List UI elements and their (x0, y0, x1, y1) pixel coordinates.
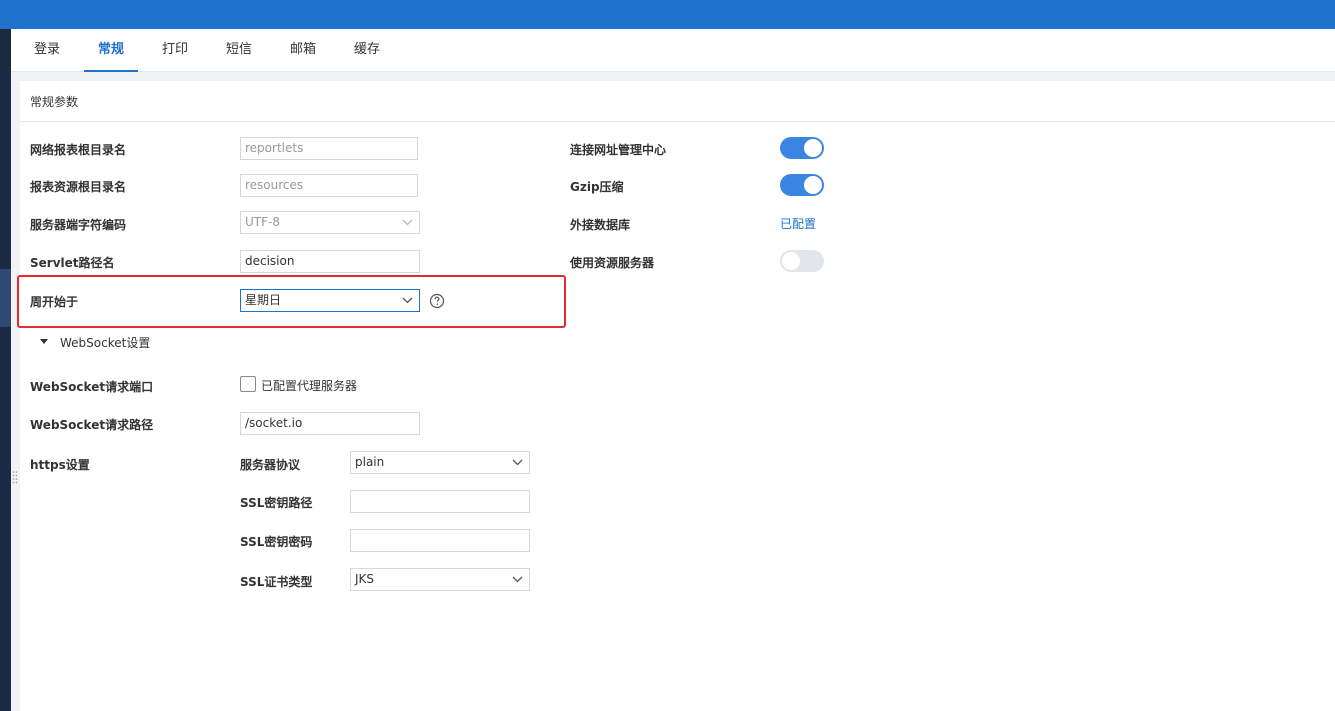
tab-cache[interactable]: 缓存 (349, 29, 385, 72)
week-start-select[interactable]: 星期日 (240, 289, 420, 312)
resource-root-input[interactable]: resources (240, 174, 418, 197)
ssl-cert-type-value: JKS (355, 572, 375, 586)
gzip-label: Gzip压缩 (570, 180, 624, 194)
section-title: 常规参数 (30, 95, 79, 109)
chevron-down-icon (402, 219, 413, 226)
toggle-knob (804, 139, 822, 157)
tab-sms[interactable]: 短信 (221, 29, 257, 72)
encoding-label: 服务器端字符编码 (30, 218, 127, 232)
tab-login[interactable]: 登录 (29, 29, 65, 72)
week-start-label: 周开始于 (30, 295, 79, 309)
url-center-toggle[interactable] (780, 137, 824, 159)
top-header-bar (0, 0, 1335, 29)
ssl-cert-type-label: SSL证书类型 (240, 575, 313, 589)
resource-root-label: 报表资源根目录名 (30, 180, 127, 194)
week-start-value: 星期日 (245, 293, 282, 307)
settings-panel: 常规参数 (20, 81, 1335, 711)
tab-print[interactable]: 打印 (157, 29, 193, 72)
tab-email[interactable]: 邮箱 (285, 29, 321, 72)
report-root-input[interactable]: reportlets (240, 137, 418, 160)
proxy-checkbox[interactable] (240, 376, 256, 392)
caret-down-icon[interactable] (40, 339, 48, 344)
protocol-value: plain (355, 455, 385, 469)
tab-bar: 登录 常规 打印 短信 邮箱 缓存 (11, 29, 1335, 72)
gzip-toggle[interactable] (780, 174, 824, 196)
websocket-path-input[interactable]: /socket.io (240, 412, 420, 435)
section-divider (20, 121, 1335, 122)
ssl-key-pwd-label: SSL密钥密码 (240, 535, 313, 549)
websocket-port-label: WebSocket请求端口 (30, 380, 154, 394)
protocol-select[interactable]: plain (350, 451, 530, 474)
res-server-toggle[interactable] (780, 250, 824, 272)
servlet-input[interactable]: decision (240, 250, 420, 273)
url-center-label: 连接网址管理中心 (570, 143, 667, 157)
ext-db-label: 外接数据库 (570, 218, 631, 232)
tab-general[interactable]: 常规 (84, 29, 138, 72)
websocket-path-label: WebSocket请求路径 (30, 418, 154, 432)
https-label: https设置 (30, 458, 90, 472)
left-sidebar-strip (0, 29, 11, 711)
report-root-label: 网络报表根目录名 (30, 143, 127, 157)
ssl-key-path-label: SSL密钥路径 (240, 496, 313, 510)
drag-handle-icon[interactable] (12, 470, 18, 484)
res-server-label: 使用资源服务器 (570, 256, 655, 270)
ssl-key-path-input[interactable] (350, 490, 530, 513)
websocket-section-title[interactable]: WebSocket设置 (60, 334, 150, 351)
encoding-value: UTF-8 (245, 215, 280, 229)
sidebar-active-marker (0, 269, 11, 327)
ext-db-configured-link[interactable]: 已配置 (780, 215, 816, 232)
chevron-down-icon (512, 459, 523, 466)
ssl-cert-type-select[interactable]: JKS (350, 568, 530, 591)
proxy-checkbox-label[interactable]: 已配置代理服务器 (261, 377, 357, 394)
chevron-down-icon (512, 576, 523, 583)
toggle-knob (804, 176, 822, 194)
servlet-label: Servlet路径名 (30, 256, 115, 270)
encoding-select[interactable]: UTF-8 (240, 211, 420, 234)
ssl-key-pwd-input[interactable] (350, 529, 530, 552)
protocol-label: 服务器协议 (240, 458, 301, 472)
toggle-knob (782, 252, 800, 270)
question-circle-icon[interactable] (429, 293, 445, 309)
chevron-down-icon (402, 297, 413, 304)
